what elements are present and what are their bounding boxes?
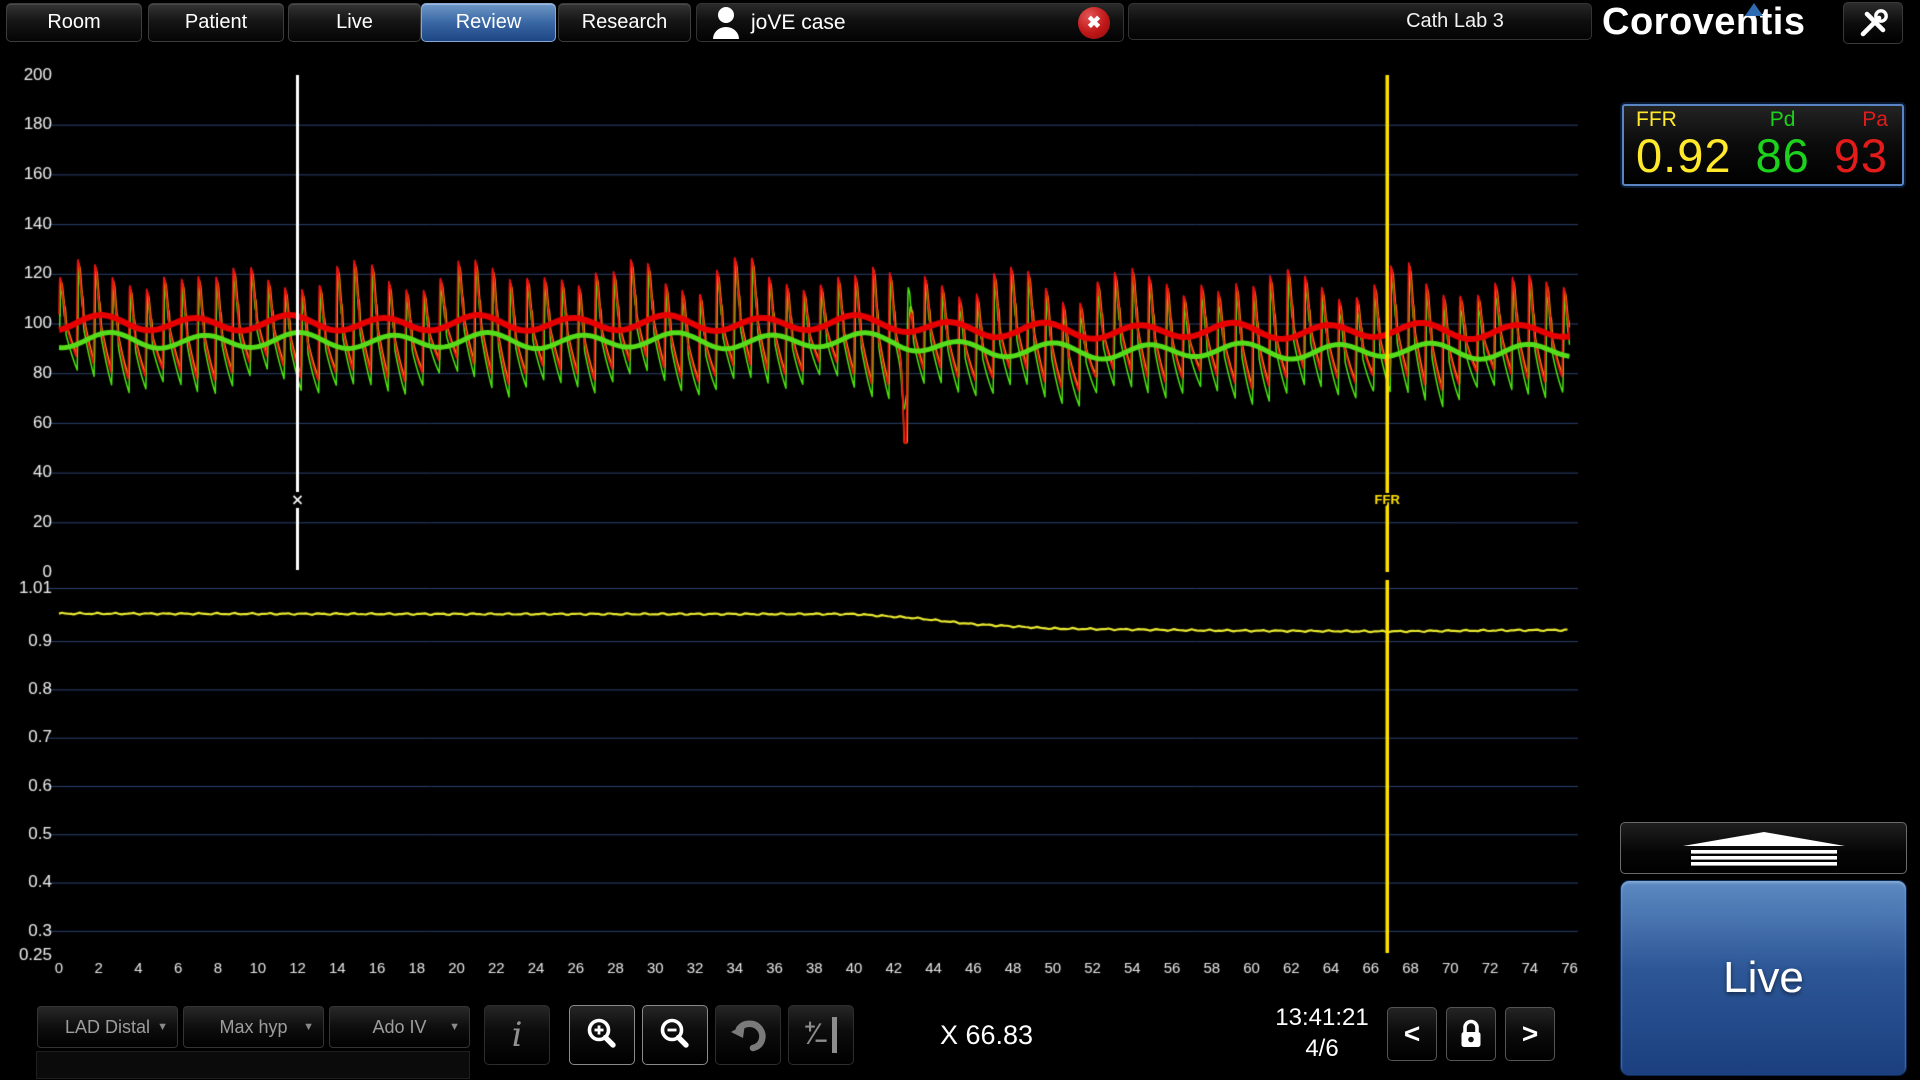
- ffr-readout-panel: FFR 0.92 Pd 86 Pa 93: [1622, 104, 1904, 186]
- plus-minus-icon: +∕−: [805, 1017, 838, 1053]
- expand-up-icon: [1679, 830, 1849, 866]
- case-tab-label: joVE case: [751, 11, 846, 35]
- cursor-x-readout: X 66.83: [940, 1020, 1033, 1051]
- undo-button[interactable]: [715, 1005, 781, 1065]
- zoom-in-button[interactable]: [569, 1005, 635, 1065]
- cath-lab-label: Cath Lab 3: [1128, 3, 1592, 40]
- ffr-column: FFR 0.92: [1636, 109, 1731, 184]
- tools-button[interactable]: [1843, 2, 1903, 44]
- zoom-out-button[interactable]: [642, 1005, 708, 1065]
- close-case-icon[interactable]: ✖: [1078, 7, 1110, 39]
- logo-caret-icon: [1745, 3, 1763, 16]
- chevron-down-icon: ▼: [303, 1021, 314, 1033]
- tab-research[interactable]: Research: [558, 3, 691, 42]
- hyperemia-dropdown-label: Max hyp: [219, 1017, 287, 1038]
- pa-label: Pa: [1862, 109, 1888, 131]
- patient-icon: [711, 6, 741, 40]
- chevron-down-icon: ▼: [449, 1021, 460, 1033]
- top-bar: Room Patient Live Review Research joVE c…: [0, 0, 1920, 45]
- tools-icon: [1855, 6, 1891, 40]
- time-page-block: 13:41:21 4/6: [1262, 1002, 1382, 1064]
- live-button[interactable]: Live: [1620, 880, 1907, 1076]
- pd-value: 86: [1755, 131, 1809, 180]
- prev-recording-button[interactable]: <: [1387, 1007, 1437, 1061]
- tab-room[interactable]: Room: [6, 3, 142, 42]
- undo-icon: [728, 1017, 768, 1053]
- vessel-dropdown-label: LAD Distal: [65, 1017, 150, 1038]
- ffr-value: 0.92: [1636, 131, 1731, 180]
- zoom-out-icon: [657, 1017, 693, 1053]
- lock-button[interactable]: [1446, 1007, 1496, 1061]
- agent-dropdown-label: Ado IV: [372, 1017, 426, 1038]
- cursor-time: 13:41:21: [1262, 1002, 1382, 1033]
- tab-patient[interactable]: Patient: [148, 3, 284, 42]
- plus-minus-button[interactable]: +∕−: [788, 1005, 854, 1065]
- pd-label: Pd: [1770, 109, 1796, 131]
- recording-page: 4/6: [1262, 1033, 1382, 1064]
- lock-icon: [1457, 1018, 1485, 1050]
- next-recording-button[interactable]: >: [1505, 1007, 1555, 1061]
- brand-text: Coroventis: [1602, 1, 1805, 44]
- expand-panel-button[interactable]: [1620, 822, 1907, 874]
- tab-review[interactable]: Review: [421, 3, 556, 42]
- chevron-down-icon: ▼: [157, 1021, 168, 1033]
- ffr-label: FFR: [1636, 109, 1731, 131]
- pd-column: Pd 86: [1755, 109, 1809, 184]
- agent-dropdown[interactable]: Ado IV ▼: [329, 1006, 470, 1048]
- annotation-strip: [36, 1051, 470, 1079]
- zoom-in-icon: [584, 1017, 620, 1053]
- tab-case[interactable]: joVE case ✖: [696, 3, 1124, 42]
- pa-column: Pa 93: [1834, 109, 1888, 184]
- vessel-dropdown[interactable]: LAD Distal ▼: [37, 1006, 178, 1048]
- pa-value: 93: [1834, 131, 1888, 180]
- info-button[interactable]: i: [484, 1005, 550, 1065]
- tab-live[interactable]: Live: [288, 3, 421, 42]
- coroventis-logo: Coroventis: [1602, 1, 1805, 44]
- hyperemia-dropdown[interactable]: Max hyp ▼: [183, 1006, 324, 1048]
- info-icon: i: [512, 1015, 523, 1055]
